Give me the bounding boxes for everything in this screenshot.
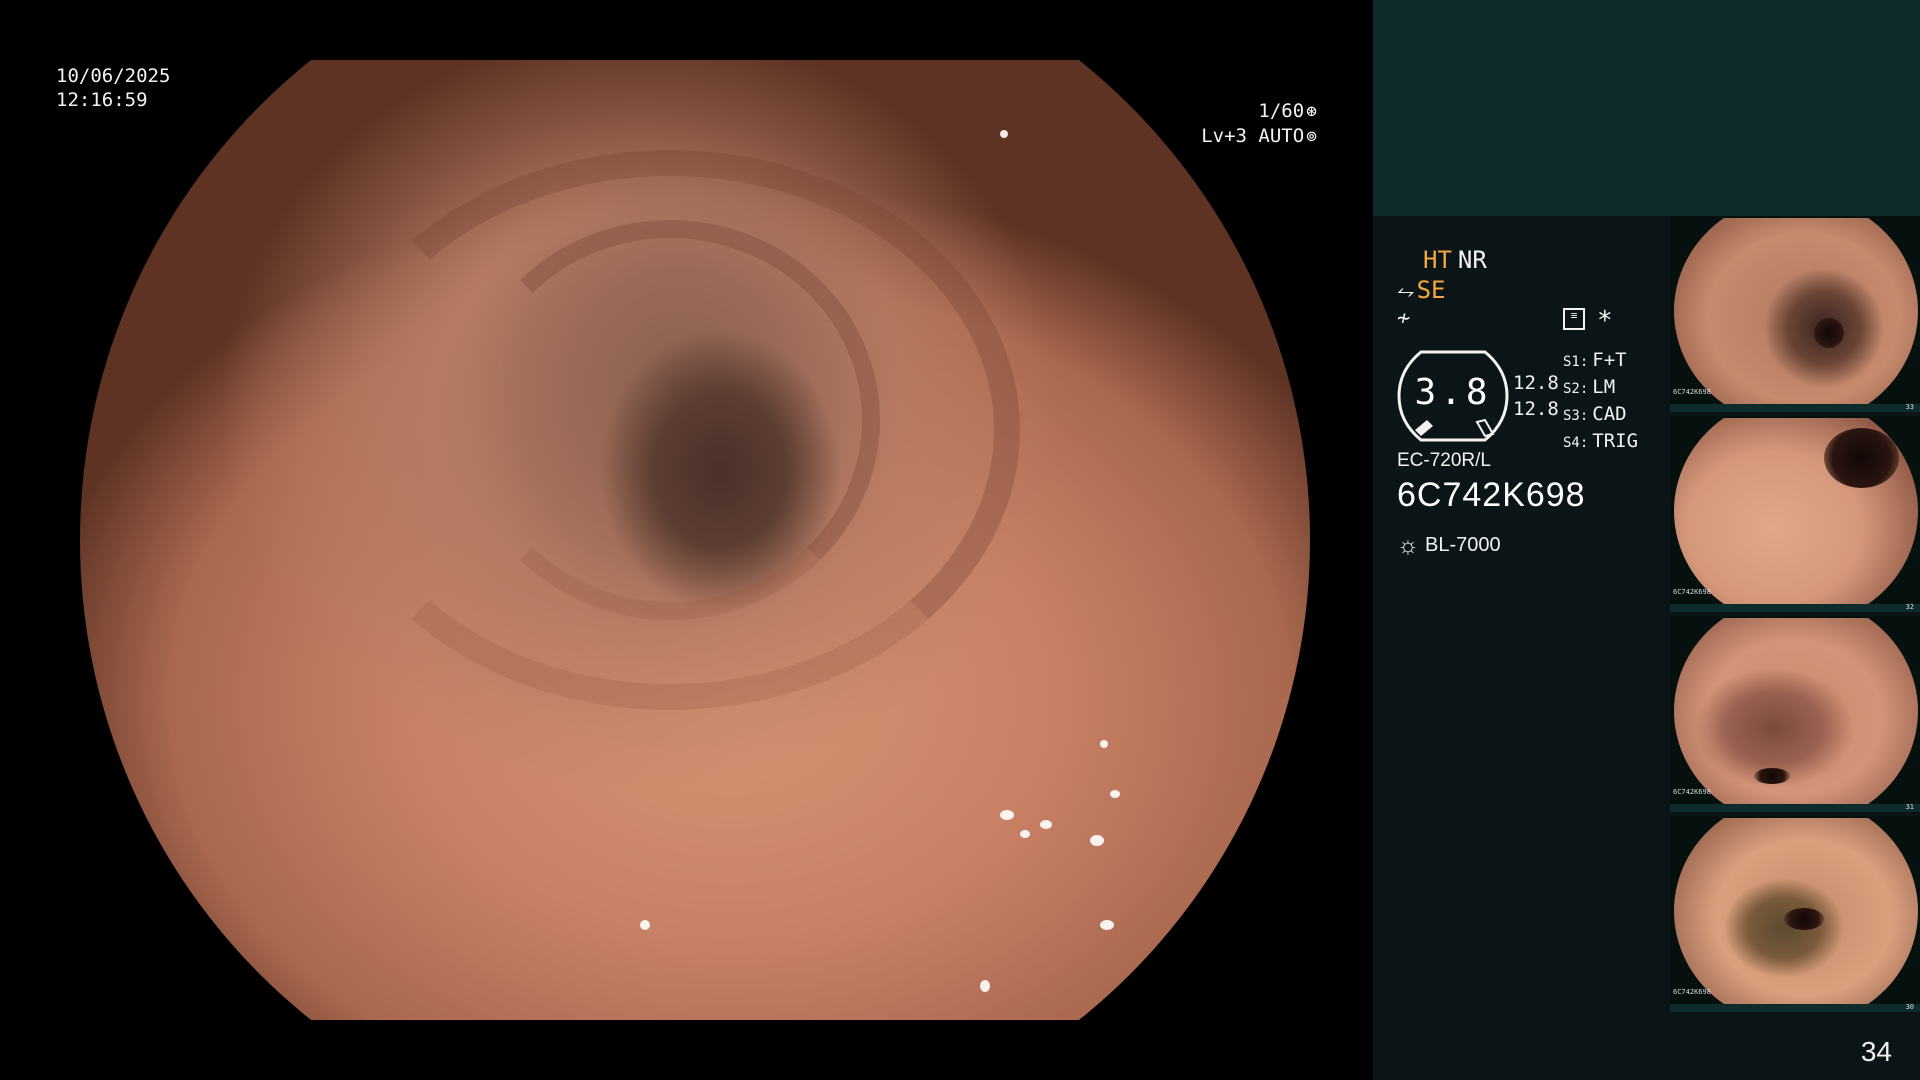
gauge-sub-2: 12.8 [1513,398,1559,420]
scope-switch-list: S1: F+T S2: LM S3: CAD S4: TRIG [1563,348,1638,456]
switch-key: S2: [1563,381,1589,397]
thumbnail-picture [1674,618,1918,804]
thumbnail-number: 32 [1905,603,1914,611]
menu-icon: ≡ [1563,308,1585,330]
thumbnail-image[interactable]: 6C742K698 33 [1670,216,1920,412]
light-reflection [1110,790,1120,798]
thumbnail-lumen [1814,318,1844,348]
thumbnail-serial: 6C742K698 [1673,988,1711,996]
switch-label: LM [1592,376,1616,398]
light-reflection [1100,920,1114,930]
light-reflection [1000,130,1008,138]
endoscopic-image [80,60,1310,1020]
switch-label: CAD [1592,403,1627,425]
scope-serial: 6C742K698 [1397,476,1586,514]
gauge-sub-1: 12.8 [1513,372,1559,394]
thumbnail-image[interactable]: 6C742K698 32 [1670,416,1920,612]
enhance-icon: ⥊ [1397,279,1415,304]
thumbnail-number: 31 [1905,803,1914,811]
thumbnail-bar [1670,1004,1920,1012]
aperture-icon: ⊛ [1306,101,1317,122]
gauge-value: 3.8 [1414,372,1492,413]
freeze-icon: ≁ [1397,306,1411,331]
mode-nr-indicator: NR [1457,246,1487,274]
thumbnail-image[interactable]: 6C742K698 31 [1670,616,1920,812]
light-reflection [640,920,650,930]
lamp-icon: ☼ [1397,532,1419,559]
switch-item: S1: F+T [1563,348,1638,375]
thumbnail-serial: 6C742K698 [1673,788,1711,796]
light-reflection [1100,740,1108,748]
thumbnail-image[interactable]: 6C742K698 30 [1670,816,1920,1012]
thumbnail-serial: 6C742K698 [1673,588,1711,596]
light-reflection [1090,835,1104,846]
light-source-text: BL-7000 [1425,534,1501,556]
switch-label: TRIG [1592,430,1639,452]
mode-ht-indicator: HT [1423,246,1452,274]
thumbnail-serial: 6C742K698 [1673,388,1711,396]
switch-item: S3: CAD [1563,402,1638,429]
thumbnail-strip: 6C742K698 33 6C742K698 32 6C742K698 31 6… [1670,216,1920,1016]
iris-icon: ⊚ [1306,126,1317,147]
scope-info-block: HT NR ⥊SE ≁ ≡ * 3.8 12.8 12.8 S1: F+T S2: L… [1397,238,1667,568]
switch-key: S1: [1563,354,1589,370]
thumbnail-number: 30 [1905,1003,1914,1011]
thumbnail-bar [1670,604,1920,612]
thumbnail-picture [1674,418,1918,604]
switch-key: S3: [1563,408,1589,424]
mode-row: HT NR [1423,246,1487,274]
asterisk-icon: * [1597,306,1613,336]
zoom-gauge: 3.8 [1397,350,1509,442]
mucosal-fold [460,220,880,620]
thumbnail-number: 33 [1905,403,1914,411]
date-text: 10/06/2025 [56,65,171,87]
switch-item: S4: TRIG [1563,429,1638,456]
shutter-text: 1/60 [1258,100,1305,122]
thumbnail-lumen [1784,908,1824,930]
scope-model: EC-720R/L [1397,450,1491,471]
thumbnail-picture [1674,218,1918,404]
level-mode-text: Lv+3 AUTO [1201,125,1305,147]
shutter-row: 1/60 ⊛ [1201,99,1317,124]
mode-se-indicator: SE [1416,276,1446,304]
panel-header-area [1373,0,1920,216]
thumbnail-picture [1674,818,1918,1004]
switch-key: S4: [1563,435,1589,451]
endoscope-main-view: 10/06/2025 12:16:59 1/60 ⊛ Lv+3 AUTO ⊚ [0,0,1373,1080]
switch-item: S2: LM [1563,375,1638,402]
level-row: Lv+3 AUTO ⊚ [1201,124,1317,149]
datetime-display: 10/06/2025 12:16:59 [56,64,170,112]
light-reflection [1000,810,1014,820]
gauge-sub-values: 12.8 12.8 [1513,370,1559,422]
enhance-row: ⥊SE [1397,276,1446,304]
exposure-display: 1/60 ⊛ Lv+3 AUTO ⊚ [1201,99,1317,149]
info-side-panel: HT NR ⥊SE ≁ ≡ * 3.8 12.8 12.8 S1: F+T S2: L… [1373,0,1920,1080]
time-text: 12:16:59 [56,89,148,111]
light-source-row: ☼ BL-7000 [1397,532,1501,560]
thumbnail-lumen [1754,768,1790,784]
light-reflection [980,980,990,992]
light-reflection [1020,830,1030,838]
page-number: 34 [1860,1036,1892,1067]
switch-label: F+T [1592,349,1627,371]
light-reflection [1040,820,1052,829]
thumbnail-bar [1670,804,1920,812]
thumbnail-lumen [1824,428,1899,488]
thumbnail-bar [1670,404,1920,412]
